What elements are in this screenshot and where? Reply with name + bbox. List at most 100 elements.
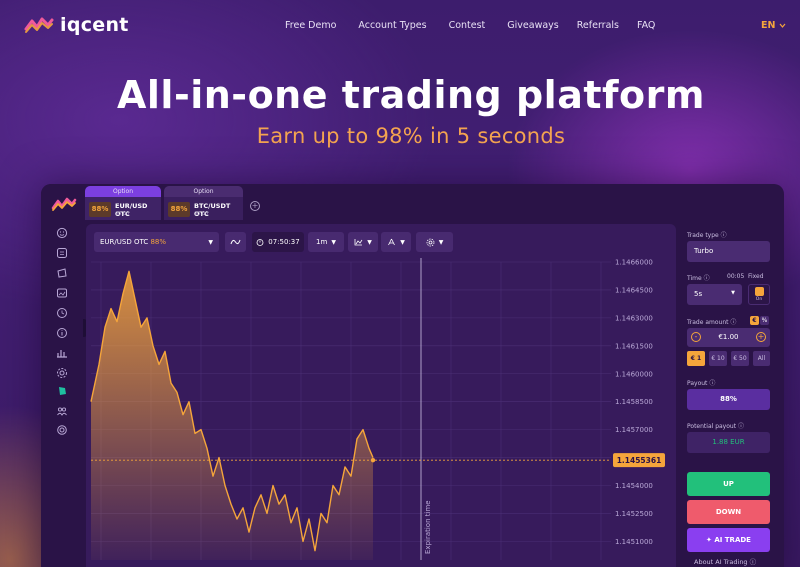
y-tick-label: 1.1464500	[615, 286, 653, 294]
y-tick-label: 1.1461500	[615, 342, 653, 350]
fixed-toggle[interactable]: On	[748, 284, 770, 305]
down-button[interactable]: DOWN	[687, 500, 770, 524]
chevron-down-icon: ▼	[731, 290, 735, 296]
trade-type-label: Trade type ⓘ	[687, 232, 727, 239]
price-chart[interactable]: 1.1466000 1.1464500 1.1463000 1.1461500 1.14…	[86, 258, 676, 567]
trade-panel: Trade type ⓘ Turbo Time ⓘ 00:05 Fixed 5s…	[684, 224, 780, 567]
toggle-state: On	[755, 297, 763, 302]
nav-link-referrals[interactable]: Referrals	[577, 20, 619, 31]
tab-payout-badge: 88%	[168, 202, 190, 217]
y-tick-label: 1.1458500	[615, 398, 653, 406]
hero-title: All-in-one trading platform	[116, 73, 705, 117]
language-label: EN	[761, 20, 776, 31]
trade-type-select[interactable]: Turbo	[687, 241, 770, 262]
up-button[interactable]: UP	[687, 472, 770, 496]
tab-balance: $0.00	[115, 211, 130, 217]
nav-link-free-demo[interactable]: Free Demo	[285, 20, 336, 31]
asset-selector-name: EUR/USD OTC	[100, 238, 149, 246]
stopwatch-icon	[256, 239, 264, 246]
y-tick-label: 1.1466000	[615, 259, 653, 267]
users-icon[interactable]	[56, 405, 68, 417]
time-countdown: 00:05	[727, 273, 745, 280]
tab-type-label: Option	[164, 186, 243, 197]
about-ai-trading-link[interactable]: About AI Trading ⓘ	[694, 556, 756, 566]
add-tab-button[interactable]: +	[250, 201, 260, 211]
wave-icon	[230, 239, 241, 245]
language-selector[interactable]: EN	[761, 20, 786, 31]
logo-text: iqcent	[60, 14, 129, 36]
indicators-button[interactable]	[225, 232, 246, 252]
settings-icon[interactable]	[56, 367, 68, 379]
nav-link-contest[interactable]: Contest	[449, 20, 486, 31]
trade-amount-label: Trade amount ⓘ	[687, 319, 737, 326]
payout-label: Payout ⓘ	[687, 380, 716, 387]
expiration-label: Expiration time	[424, 500, 432, 554]
tab-payout-badge: 88%	[89, 202, 111, 217]
plus-icon[interactable]: +	[756, 332, 766, 342]
info-icon[interactable]	[56, 327, 68, 339]
time-label-text: Time	[687, 275, 702, 282]
y-tick-label: 1.1460000	[615, 370, 653, 378]
ai-icon[interactable]	[56, 385, 68, 397]
amount-preset-50[interactable]: € 50	[731, 351, 749, 366]
potential-payout-label-text: Potential payout	[687, 423, 737, 430]
amount-preset-10[interactable]: € 10	[709, 351, 727, 366]
logo[interactable]: iqcent	[24, 14, 129, 36]
asset-tab-btcusdt[interactable]: Option 88% BTC/USDT OTC $0.00	[164, 186, 243, 220]
nav-links: Free Demo Account Types Contest Giveaway…	[285, 20, 655, 31]
server-time-value: 07:50:37	[268, 238, 300, 246]
chart-type-selector[interactable]: ▼	[348, 232, 378, 252]
app-logo-icon	[51, 197, 77, 211]
line-chart-icon	[354, 239, 363, 246]
server-time: 07:50:37	[252, 232, 304, 252]
amount-preset-1[interactable]: € 1	[687, 351, 705, 366]
history-icon[interactable]	[56, 307, 68, 319]
nav-link-faq[interactable]: FAQ	[637, 20, 655, 31]
price-area	[91, 271, 373, 560]
currency-mode-button[interactable]: €	[750, 316, 759, 325]
ai-trade-icon: ✦	[706, 536, 712, 544]
image-icon[interactable]	[56, 287, 68, 299]
wallet-icon[interactable]	[56, 267, 68, 279]
profile-icon[interactable]	[56, 227, 68, 239]
trade-type-label-text: Trade type	[687, 232, 719, 239]
chevron-down-icon: ▼	[367, 238, 372, 246]
time-select[interactable]: 5s ▼	[687, 284, 742, 305]
chevron-down-icon: ▼	[400, 238, 405, 246]
app-sidebar	[41, 184, 87, 567]
compass-icon	[388, 238, 396, 246]
chevron-down-icon: ▼	[438, 238, 444, 246]
trading-app-preview: Option 88% EUR/USD OTC $0.00 Option 88% …	[41, 184, 784, 567]
ai-trade-button[interactable]: ✦ AI TRADE	[687, 528, 770, 552]
y-tick-label: 1.1457000	[615, 426, 653, 434]
nav-link-account-types[interactable]: Account Types	[358, 20, 426, 31]
support-icon[interactable]	[56, 424, 68, 436]
ai-trade-label: AI TRADE	[714, 536, 751, 544]
y-tick-label: 1.1452500	[615, 510, 653, 518]
chart-panel: EUR/USD OTC 88% ▼ 07:50:37 1m ▼ ▼ ▼ ▼ 1.1…	[86, 224, 676, 567]
toggle-knob	[755, 287, 764, 296]
nav-link-giveaways[interactable]: Giveaways	[507, 20, 558, 31]
amount-preset-all[interactable]: All	[753, 351, 770, 366]
chevron-down-icon: ▼	[331, 238, 336, 246]
drawing-tools-selector[interactable]: ▼	[381, 232, 411, 252]
chart-settings-selector[interactable]: ▼	[416, 232, 453, 252]
about-ai-trading-label: About AI Trading	[694, 558, 748, 566]
fixed-label: Fixed	[748, 273, 764, 280]
chevron-down-icon	[779, 23, 786, 28]
percent-mode-button[interactable]: %	[760, 316, 769, 325]
top-nav: iqcent Free Demo Account Types Contest G…	[0, 0, 800, 52]
potential-payout-label: Potential payout ⓘ	[687, 423, 744, 430]
stats-icon[interactable]	[56, 347, 68, 359]
current-price-dot	[370, 457, 376, 463]
y-tick-label: 1.1451000	[615, 538, 653, 546]
exchange-icon[interactable]	[56, 247, 68, 259]
time-label: Time ⓘ	[687, 275, 710, 282]
asset-tab-eurusd[interactable]: Option 88% EUR/USD OTC $0.00	[85, 186, 161, 220]
chevron-down-icon: ▼	[208, 238, 213, 246]
asset-selector[interactable]: EUR/USD OTC 88% ▼	[94, 232, 219, 252]
trade-amount-input[interactable]: - €1.00 +	[687, 328, 770, 347]
timeframe-selector[interactable]: 1m ▼	[308, 232, 344, 252]
gear-icon	[426, 238, 435, 246]
payout-label-text: Payout	[687, 380, 708, 387]
